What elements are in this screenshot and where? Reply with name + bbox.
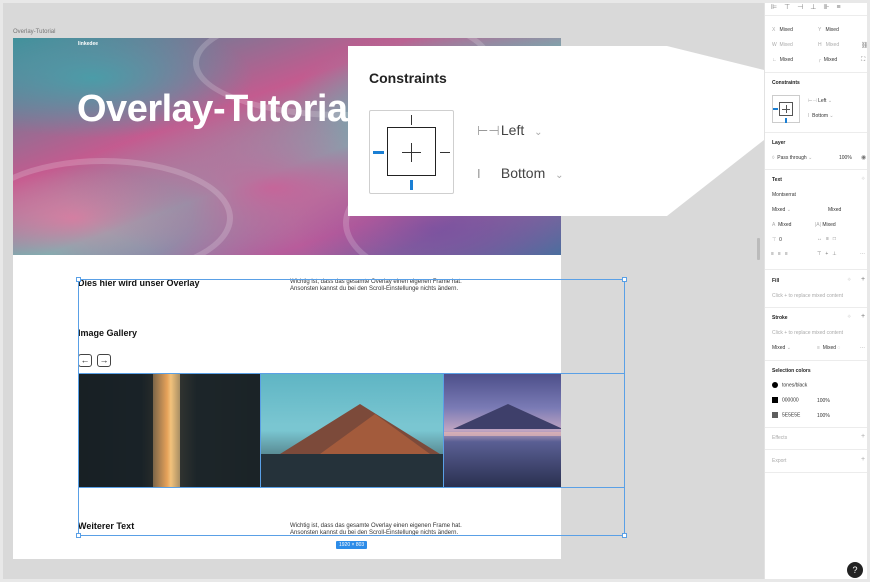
horizontal-constraint-value: Left <box>500 122 525 138</box>
gallery-divider <box>260 373 261 488</box>
stroke-styles-icon[interactable]: ⁘ <box>847 314 851 320</box>
hero-logo: linkedee <box>78 41 99 47</box>
resize-handle-br[interactable] <box>622 533 627 538</box>
blend-mode-select[interactable]: ◊ Pass through ⌄ <box>772 155 812 161</box>
stroke-hint: Click + to replace mixed content <box>772 330 844 336</box>
color-swatch[interactable] <box>772 397 778 403</box>
constraints-section-title: Constraints <box>772 80 800 86</box>
export-section-title: Export <box>772 458 787 464</box>
properties-panel: ⊫⊤⊣⊥⊪≡ X Mixed Y Mixed W Mixed H Mixed ∟… <box>764 0 869 579</box>
constraint-top-line[interactable] <box>411 115 412 125</box>
text-align-icons[interactable]: ≡≡≡ <box>771 251 792 257</box>
stroke-weight-select[interactable]: Mixed ⌄ <box>772 345 791 351</box>
vertical-constraint-value: Bottom <box>500 165 546 181</box>
selection-color-row[interactable]: 5E5E5E <box>772 412 800 418</box>
callout-title: Constraints <box>369 70 447 86</box>
font-size-field[interactable]: Mixed <box>828 207 841 213</box>
vertical-constraint-select[interactable]: I Bottom ⌄ <box>477 165 564 181</box>
more-options-icon[interactable]: ⋯ <box>860 251 865 257</box>
font-family-select[interactable]: Montserrat <box>772 192 796 198</box>
color-opacity[interactable]: 100% <box>817 398 830 404</box>
independent-corners-icon[interactable]: ⛶ <box>861 57 865 64</box>
hero-swirl <box>13 158 233 278</box>
add-fill-button[interactable]: + <box>861 276 865 283</box>
line-height-field[interactable]: A Mixed <box>772 222 791 228</box>
add-export-button[interactable]: + <box>861 456 865 463</box>
paragraph-spacing-field[interactable]: ⊤ 0 <box>772 237 782 243</box>
visibility-eye-icon[interactable]: ◉ <box>861 154 866 161</box>
constraints-callout: Constraints ⊢⊣ Left ⌄ I Bottom ⌄ <box>348 46 667 216</box>
stroke-section-title: Stroke <box>772 315 788 321</box>
fill-styles-icon[interactable]: ⁘ <box>847 277 851 283</box>
resize-handle-tl[interactable] <box>76 277 81 282</box>
selection-color-row[interactable]: tones/black <box>772 382 807 388</box>
horizontal-constraint-select[interactable]: ⊢⊣ Left ⌄ <box>477 122 543 139</box>
chevron-down-icon: ⌄ <box>534 127 543 138</box>
hero-title: Overlay-Tutorial <box>77 88 358 130</box>
color-opacity[interactable]: 100% <box>817 413 830 419</box>
selection-color-row[interactable]: 000000 <box>772 397 799 403</box>
width-field[interactable]: W Mixed <box>772 42 793 48</box>
panel-horizontal-constraint[interactable]: ⊢⊣ Left ⌄ <box>808 98 832 104</box>
rotation-field[interactable]: ∟ Mixed <box>772 57 793 63</box>
gallery-divider <box>443 373 444 488</box>
frame-label[interactable]: Overlay-Tutorial <box>13 29 55 35</box>
resize-handle-bl[interactable] <box>76 533 81 538</box>
constrain-proportions-icon[interactable]: ⛓ <box>861 42 869 49</box>
corner-radius-field[interactable]: ╭ Mixed <box>818 57 837 63</box>
vertical-constraint-icon: I <box>477 166 481 181</box>
stroke-more-icon[interactable]: ⋯ <box>860 345 865 351</box>
text-styles-icon[interactable]: ⁘ <box>861 176 865 182</box>
panel-constraints-diagram[interactable] <box>772 95 800 123</box>
effects-section-title: Effects <box>772 435 788 441</box>
stroke-align-select[interactable]: ≡ Mixed ◌ <box>817 345 840 351</box>
letter-spacing-field[interactable]: |A| Mixed <box>815 222 836 228</box>
layer-opacity-field[interactable]: 100% <box>839 155 852 161</box>
height-field[interactable]: H Mixed <box>818 42 839 48</box>
resize-handle-tr[interactable] <box>622 277 627 282</box>
gallery-frame-outline <box>78 373 625 488</box>
position-y-field[interactable]: Y Mixed <box>818 27 839 33</box>
constraint-center-v <box>411 143 412 162</box>
constraint-left-active[interactable] <box>373 151 384 154</box>
panel-resize-handle[interactable] <box>757 238 760 260</box>
constraint-right-line[interactable] <box>440 152 450 153</box>
constraint-bottom-active[interactable] <box>410 180 413 190</box>
vertical-align-icons[interactable]: ⊤+⊥ <box>817 251 841 257</box>
color-swatch[interactable] <box>772 412 778 418</box>
panel-vertical-constraint[interactable]: I Bottom ⌄ <box>808 113 834 119</box>
font-weight-select[interactable]: Mixed ⌄ <box>772 207 791 213</box>
align-toolbar[interactable]: ⊫⊤⊣⊥⊪≡ <box>771 3 848 11</box>
position-x-field[interactable]: X Mixed <box>772 27 793 33</box>
add-effect-button[interactable]: + <box>861 433 865 440</box>
selection-size-badge: 1920 × 803 <box>336 541 368 549</box>
help-button[interactable]: ? <box>847 562 863 578</box>
chevron-down-icon: ⌄ <box>555 170 564 181</box>
fill-section-title: Fill <box>772 278 780 284</box>
add-stroke-button[interactable]: + <box>861 313 865 320</box>
constraints-diagram[interactable] <box>369 110 454 194</box>
color-swatch[interactable] <box>772 382 778 388</box>
fill-hint: Click + to replace mixed content <box>772 293 844 299</box>
selection-colors-title: Selection colors <box>772 368 811 374</box>
text-resize-icons[interactable]: ↔≡□ <box>817 236 840 242</box>
horizontal-constraint-icon: ⊢⊣ <box>477 123 500 138</box>
text-section-title: Text <box>772 177 782 183</box>
layer-section-title: Layer <box>772 140 786 146</box>
